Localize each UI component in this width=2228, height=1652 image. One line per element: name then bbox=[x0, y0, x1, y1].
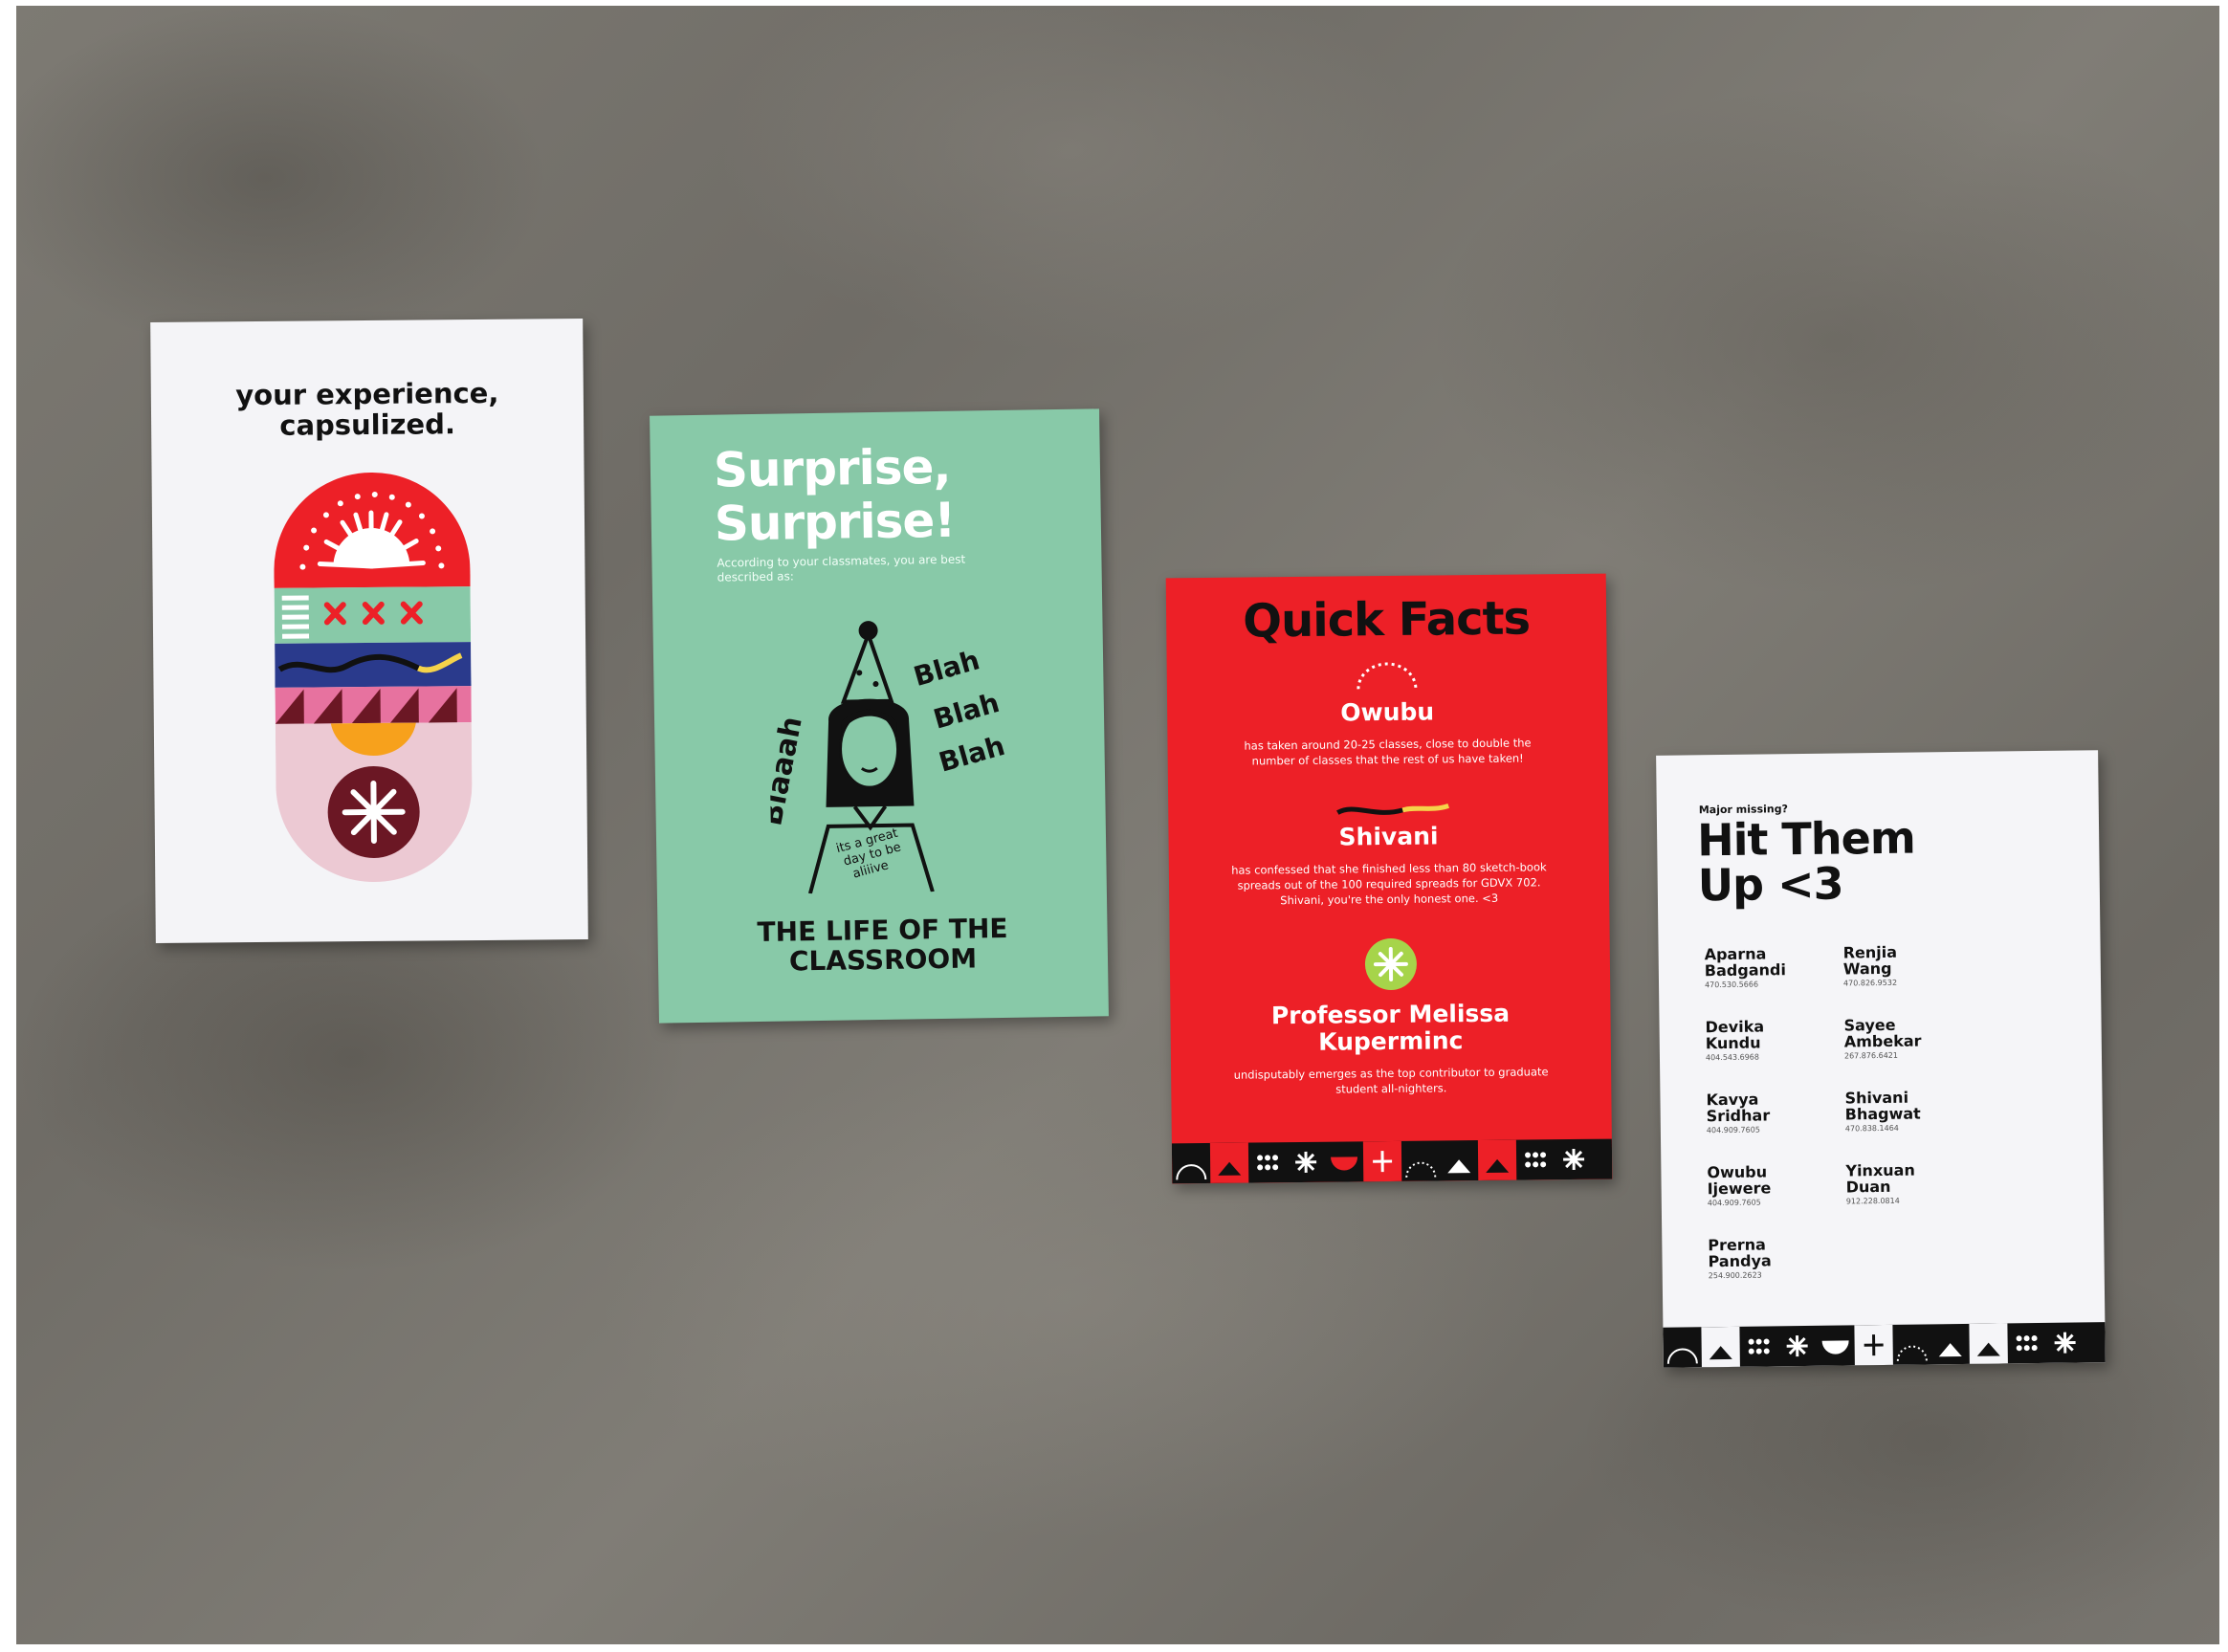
doodle-right-text-2: Blah bbox=[930, 687, 1003, 736]
contact-name: Sayee Ambekar bbox=[1843, 1015, 1922, 1051]
contact-entry: Devika Kundu 404.543.6968 bbox=[1705, 1017, 1840, 1063]
fact-name-2: Shivani bbox=[1338, 822, 1439, 851]
dotted-arc-icon bbox=[1357, 662, 1418, 690]
card-title: your experience, capsulized. bbox=[235, 376, 499, 442]
card-heading: Quick Facts bbox=[1242, 591, 1531, 649]
contact-name: Owubu Ijewere bbox=[1707, 1162, 1772, 1199]
card-heading: Hit Them Up <3 bbox=[1696, 811, 1916, 912]
contact-entry: Owubu Ijewere 404.909.7605 bbox=[1707, 1162, 1842, 1208]
contact-name: Kavya Sridhar bbox=[1706, 1090, 1771, 1126]
contact-name: Shivani Bhagwat bbox=[1844, 1088, 1921, 1124]
capsule-illustration bbox=[273, 472, 474, 883]
contact-phone: 267.876.6421 bbox=[1843, 1050, 1898, 1061]
contact-name: Prerna Pandya bbox=[1708, 1235, 1772, 1271]
surprise-card: Surprise, Surprise! According to your cl… bbox=[650, 408, 1109, 1024]
contact-phone: 254.900.2623 bbox=[1708, 1270, 1762, 1281]
contact-phone: 912.228.0814 bbox=[1845, 1196, 1900, 1206]
contacts-card: Major missing? Hit Them Up <3 Aparna Bad… bbox=[1656, 750, 2106, 1368]
pattern-strip bbox=[1171, 1138, 1613, 1184]
fact-name-3: Professor Melissa Kuperminc bbox=[1270, 999, 1511, 1056]
pattern-icons bbox=[1666, 1323, 2076, 1368]
contact-phone: 404.909.7605 bbox=[1706, 1125, 1760, 1135]
contact-phone: 404.543.6968 bbox=[1705, 1052, 1760, 1063]
card-heading: Surprise, Surprise! bbox=[713, 438, 956, 552]
award-title: THE LIFE OF THE CLASSROOM bbox=[757, 912, 1008, 978]
contact-entry: Sayee Ambekar 267.876.6421 bbox=[1843, 1016, 1978, 1061]
fact-desc-2: has confessed that she finished less tha… bbox=[1231, 860, 1547, 908]
contact-entry: Aparna Badgandi 470.530.5666 bbox=[1704, 944, 1840, 990]
asterisk-badge-icon bbox=[1364, 937, 1417, 990]
contact-phone: 470.838.1464 bbox=[1844, 1123, 1899, 1134]
contact-name: Renjia Wang bbox=[1842, 942, 1898, 979]
fact-desc-1: has taken around 20-25 classes, close to… bbox=[1244, 736, 1532, 768]
contact-name: Aparna Badgandi bbox=[1704, 944, 1787, 980]
party-girl-illustration: Blaaah Blah Blah Blah its a great day to… bbox=[767, 621, 1008, 894]
contact-entry: Shivani Bhagwat 470.838.1464 bbox=[1844, 1089, 1979, 1134]
doodle-right-text-1: Blah bbox=[910, 644, 982, 693]
squiggle-icon bbox=[1336, 803, 1450, 815]
quick-facts-card: Quick Facts Owubu has taken around 20-25… bbox=[1165, 573, 1613, 1184]
contact-entry: Renjia Wang 470.826.9532 bbox=[1843, 943, 1978, 988]
capsule-card: your experience, capsulized. bbox=[150, 319, 588, 943]
contact-name: Devika Kundu bbox=[1705, 1017, 1765, 1053]
pattern-icons bbox=[1176, 1139, 1585, 1183]
contact-phone: 470.826.9532 bbox=[1842, 978, 1898, 988]
pattern-strip bbox=[1663, 1322, 2106, 1368]
contact-name: Yinxuan Duan bbox=[1845, 1160, 1915, 1197]
concrete-background: your experience, capsulized. Surprise, S… bbox=[16, 6, 2219, 1644]
doodle-left-text: Blaaah bbox=[767, 714, 808, 828]
fact-desc-3: undisputably emerges as the top contribu… bbox=[1233, 1065, 1549, 1096]
contact-phone: 470.530.5666 bbox=[1704, 980, 1759, 990]
contact-phone: 404.909.7605 bbox=[1707, 1198, 1761, 1208]
card-subtitle: According to your classmates, you are be… bbox=[717, 552, 966, 584]
doodle-right-text-3: Blah bbox=[936, 730, 1008, 779]
contact-entry: Kavya Sridhar 404.909.7605 bbox=[1706, 1090, 1841, 1135]
contact-entry: Yinxuan Duan 912.228.0814 bbox=[1845, 1161, 1980, 1206]
fact-name-1: Owubu bbox=[1340, 697, 1435, 727]
contact-entry: Prerna Pandya 254.900.2623 bbox=[1708, 1235, 1842, 1281]
